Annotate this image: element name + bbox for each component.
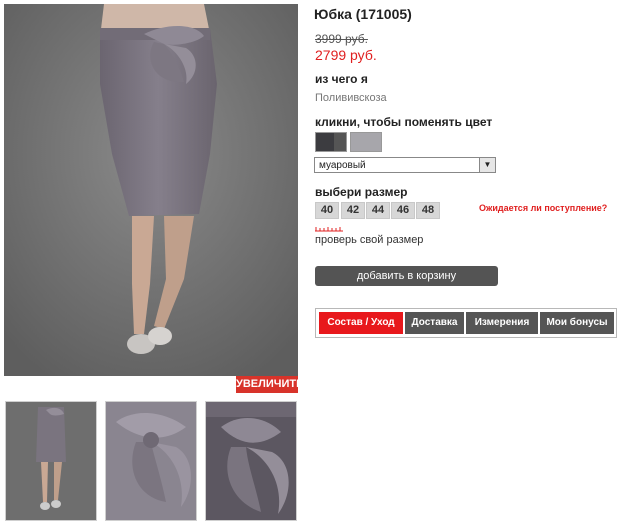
sale-price: 2799 руб.	[315, 47, 377, 63]
main-product-photo[interactable]	[4, 4, 298, 376]
thumbnail-bow-detail[interactable]	[105, 401, 197, 521]
size-option-48[interactable]: 48	[416, 202, 440, 219]
chevron-down-icon[interactable]: ▼	[479, 158, 495, 172]
old-price: 3999 руб.	[315, 32, 368, 46]
color-select-value: муаровый	[319, 160, 366, 171]
thumbnail-side-detail[interactable]	[205, 401, 297, 521]
tab-delivery[interactable]: Доставка	[405, 312, 464, 334]
size-option-46[interactable]: 46	[391, 202, 415, 219]
color-swatch-grey[interactable]	[350, 132, 382, 152]
ruler-icon	[315, 227, 343, 232]
size-option-42[interactable]: 42	[341, 202, 365, 219]
tab-composition-care[interactable]: Состав / Уход	[319, 312, 403, 334]
tab-measurements[interactable]: Измерения	[466, 312, 538, 334]
material-value: Полививскоза	[315, 92, 387, 104]
check-size-link[interactable]: проверь свой размер	[315, 234, 423, 246]
size-option-40[interactable]: 40	[315, 202, 339, 219]
tab-my-bonuses[interactable]: Мои бонусы	[540, 312, 614, 334]
zoom-button[interactable]: УВЕЛИЧИТЬ	[236, 376, 304, 393]
color-swatch-dark[interactable]	[315, 132, 347, 152]
availability-link[interactable]: Ожидается ли поступление?	[479, 203, 607, 213]
product-title: Юбка (171005)	[314, 6, 412, 22]
thumbnail-full-view[interactable]	[5, 401, 97, 521]
material-label: из чего я	[315, 72, 368, 86]
color-label: кликни, чтобы поменять цвет	[315, 115, 493, 129]
info-tabs: Состав / Уход Доставка Измерения Мои бон…	[315, 308, 617, 338]
size-option-44[interactable]: 44	[366, 202, 390, 219]
color-select[interactable]: муаровый ▼	[314, 157, 496, 173]
add-to-cart-button[interactable]: добавить в корзину	[315, 266, 498, 286]
size-label: выбери размер	[315, 185, 408, 199]
